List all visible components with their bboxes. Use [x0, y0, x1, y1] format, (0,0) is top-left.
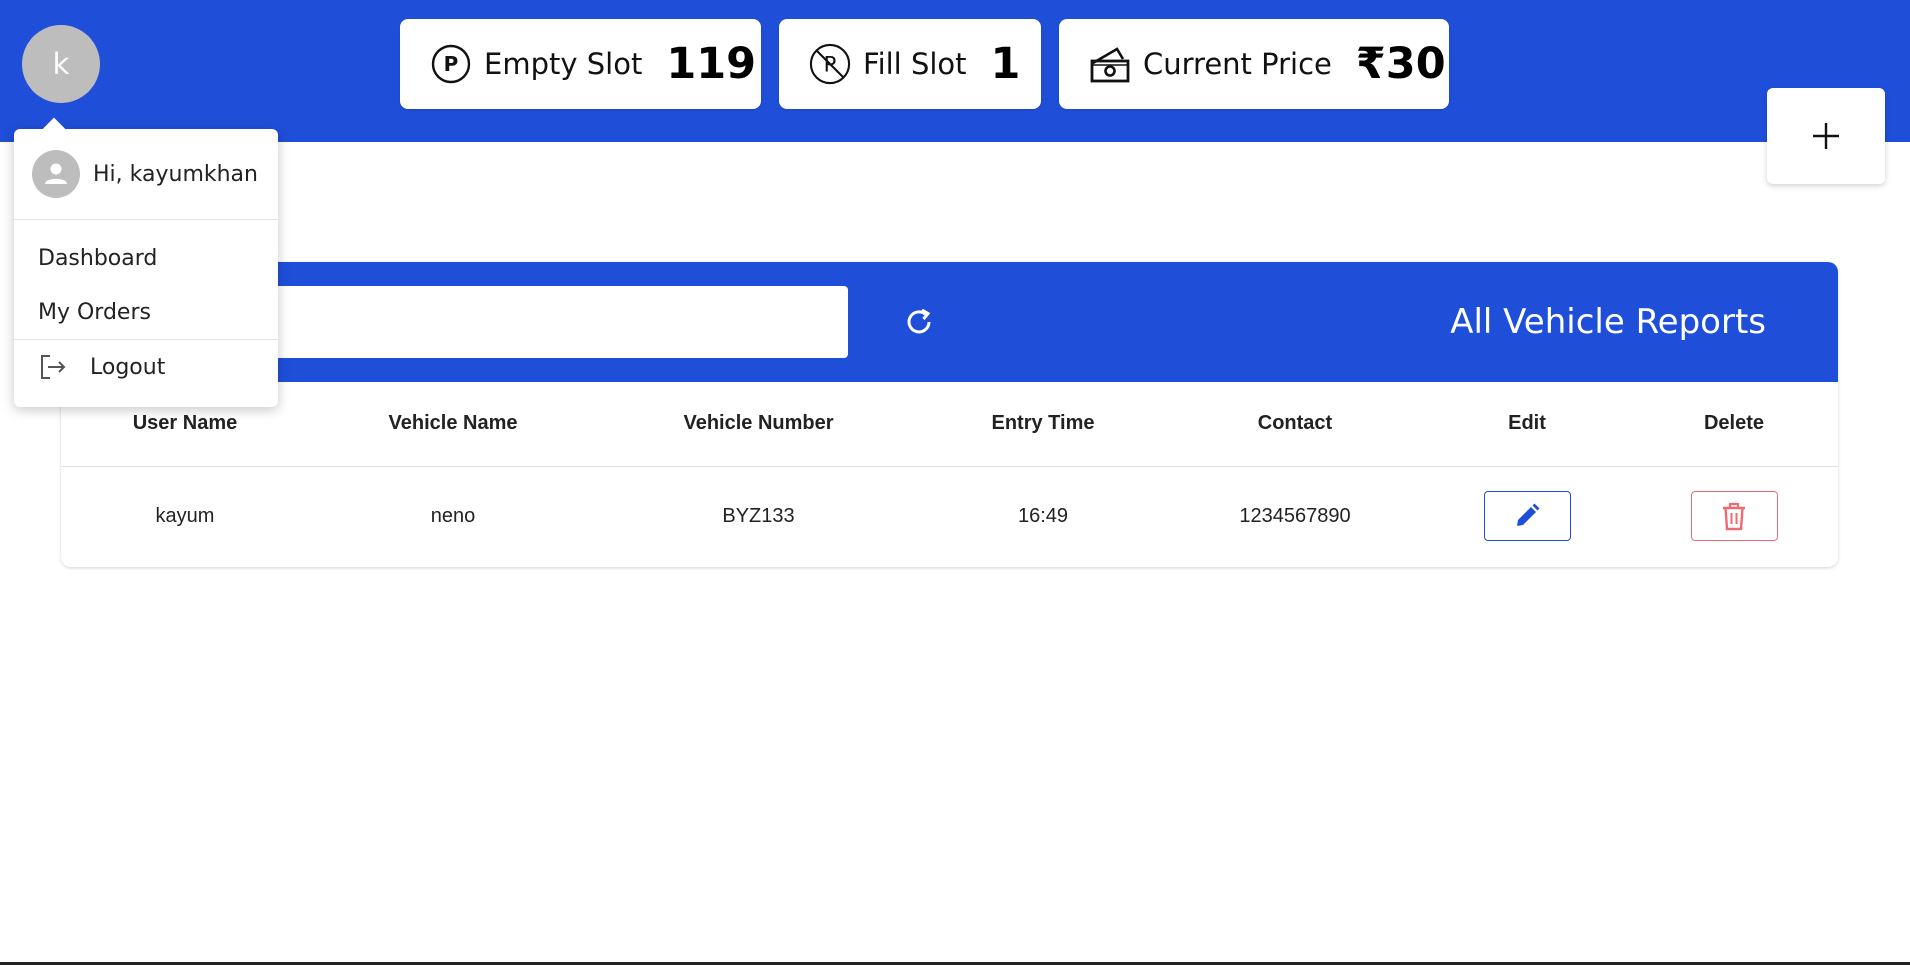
money-icon [1089, 43, 1131, 85]
fill-slot-label: Fill Slot [863, 47, 967, 81]
no-parking-icon: P [809, 43, 851, 85]
current-price-value: ₹30 [1355, 39, 1446, 89]
menu-user-header: Hi, kayumkhan [14, 129, 278, 220]
cell-entry-time: 16:49 [1017, 504, 1069, 527]
user-avatar-button[interactable]: k [22, 25, 100, 103]
column-header-vehicle-name: Vehicle Name [309, 382, 597, 467]
logout-icon [38, 352, 68, 382]
empty-slot-card: P Empty Slot 119 [400, 19, 761, 109]
plus-icon [1813, 123, 1839, 149]
cell-edit [1424, 466, 1630, 566]
column-header-vehicle-number: Vehicle Number [597, 382, 920, 467]
column-header-contact: Contact [1166, 382, 1424, 467]
table-row: kayum neno BYZ133 16:49 1234567890 [61, 466, 1838, 566]
page-title: All Vehicle Reports [1450, 302, 1766, 342]
fill-slot-card: P Fill Slot 1 [779, 19, 1041, 109]
cell-vehicle-name: neno [430, 504, 476, 527]
user-greeting: Hi, kayumkhan [93, 161, 258, 187]
pencil-icon [1517, 503, 1540, 527]
person-icon [32, 150, 80, 198]
menu-item-my-orders[interactable]: My Orders [14, 285, 278, 339]
vehicle-reports-panel: All Vehicle Reports User Name Vehicle Na… [61, 262, 1838, 567]
column-header-edit: Edit [1424, 382, 1630, 467]
reports-toolbar: All Vehicle Reports [61, 262, 1838, 382]
parking-icon: P [430, 43, 472, 85]
page: k P Empty Slot 119 P Fill Slot 1 Current… [0, 0, 1910, 965]
edit-button[interactable] [1483, 491, 1571, 542]
column-header-delete: Delete [1630, 382, 1838, 467]
current-price-card: Current Price ₹30 [1059, 19, 1449, 109]
trash-icon [1723, 503, 1745, 531]
cell-user-name: kayum [155, 504, 215, 527]
refresh-button[interactable] [897, 300, 941, 344]
logout-label: Logout [90, 354, 166, 380]
cell-contact: 1234567890 [1239, 504, 1351, 527]
empty-slot-value: 119 [666, 39, 757, 89]
refresh-icon [907, 308, 931, 334]
delete-button[interactable] [1690, 491, 1778, 542]
menu-item-dashboard[interactable]: Dashboard [14, 231, 278, 285]
cell-vehicle-number: BYZ133 [722, 504, 795, 527]
add-vehicle-button[interactable] [1767, 88, 1885, 184]
user-dropdown-menu: Hi, kayumkhan Dashboard My Orders Logout [14, 117, 278, 407]
svg-text:P: P [444, 52, 459, 76]
cell-delete [1630, 466, 1838, 566]
current-price-label: Current Price [1143, 47, 1332, 81]
vehicle-reports-table: User Name Vehicle Name Vehicle Number En… [61, 382, 1838, 566]
table-header-row: User Name Vehicle Name Vehicle Number En… [61, 382, 1838, 467]
column-header-entry-time: Entry Time [920, 382, 1166, 467]
fill-slot-value: 1 [990, 39, 1021, 89]
empty-slot-label: Empty Slot [484, 47, 643, 81]
menu-item-logout[interactable]: Logout [14, 340, 278, 394]
